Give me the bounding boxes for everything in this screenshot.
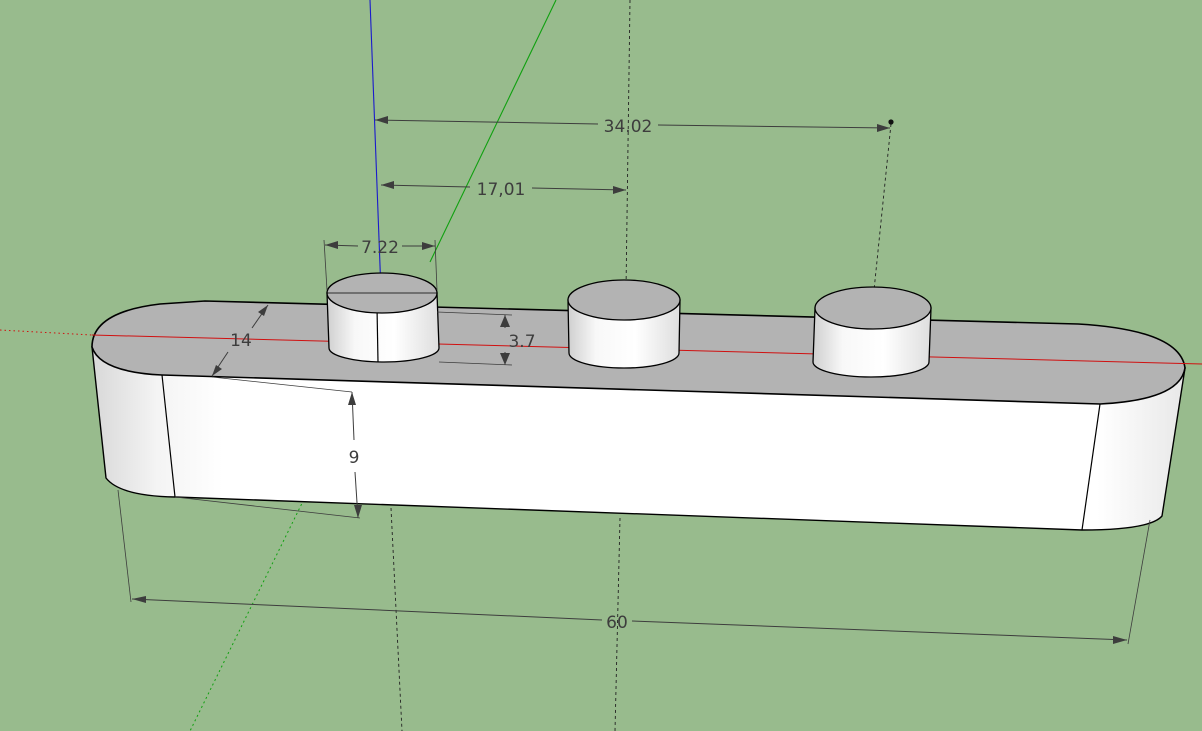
model-canvas[interactable]: 60 14 9 3.7 7.22 17,01 34.02 bbox=[0, 0, 1202, 731]
peg-middle[interactable] bbox=[567, 279, 681, 369]
dimension-arrow bbox=[354, 505, 362, 518]
dimension-arrow bbox=[613, 186, 626, 194]
dimension-line bbox=[657, 124, 891, 129]
dimension-label: 14 bbox=[230, 331, 252, 351]
dimension-arrow bbox=[132, 596, 146, 603]
dimension-label: 9 bbox=[349, 448, 360, 468]
y-axis-green bbox=[429, 0, 557, 263]
dimension-line bbox=[631, 620, 1128, 641]
extension-line bbox=[1127, 519, 1151, 645]
dimension-label: 34.02 bbox=[604, 117, 653, 137]
dimension-line bbox=[380, 184, 471, 188]
guide-line-right-peg bbox=[872, 123, 892, 301]
modeling-viewport[interactable]: 60 14 9 3.7 7.22 17,01 34.02 bbox=[0, 0, 1202, 731]
dimension-peg-span[interactable]: 34.02 bbox=[374, 116, 894, 137]
peg-left[interactable] bbox=[326, 272, 440, 363]
extension-line bbox=[323, 239, 328, 291]
dimension-arrow bbox=[877, 124, 890, 132]
peg-right[interactable] bbox=[812, 286, 932, 378]
guide-line-origin-lower bbox=[390, 507, 403, 731]
dimension-arrow bbox=[1113, 636, 1127, 644]
dimension-label: 17,01 bbox=[477, 180, 526, 200]
endpoint-marker bbox=[888, 119, 894, 125]
extension-line bbox=[117, 489, 132, 603]
peg-right-top bbox=[814, 286, 932, 330]
x-axis-red-dotted bbox=[0, 329, 93, 336]
dimension-arrow bbox=[422, 242, 435, 250]
dimension-label: 7.22 bbox=[361, 238, 399, 258]
dimension-line bbox=[374, 119, 599, 125]
peg-middle-top bbox=[567, 279, 681, 321]
dimension-label: 60 bbox=[606, 613, 628, 633]
dimension-arrow bbox=[325, 241, 338, 249]
dimension-arrow bbox=[381, 181, 394, 189]
dimension-line bbox=[131, 598, 603, 621]
dimension-arrow bbox=[375, 116, 388, 124]
dimension-line bbox=[531, 187, 627, 191]
guide-line-center bbox=[625, 0, 631, 291]
dimension-peg-spacing[interactable]: 17,01 bbox=[380, 180, 627, 200]
dimension-label: 3.7 bbox=[508, 332, 535, 352]
